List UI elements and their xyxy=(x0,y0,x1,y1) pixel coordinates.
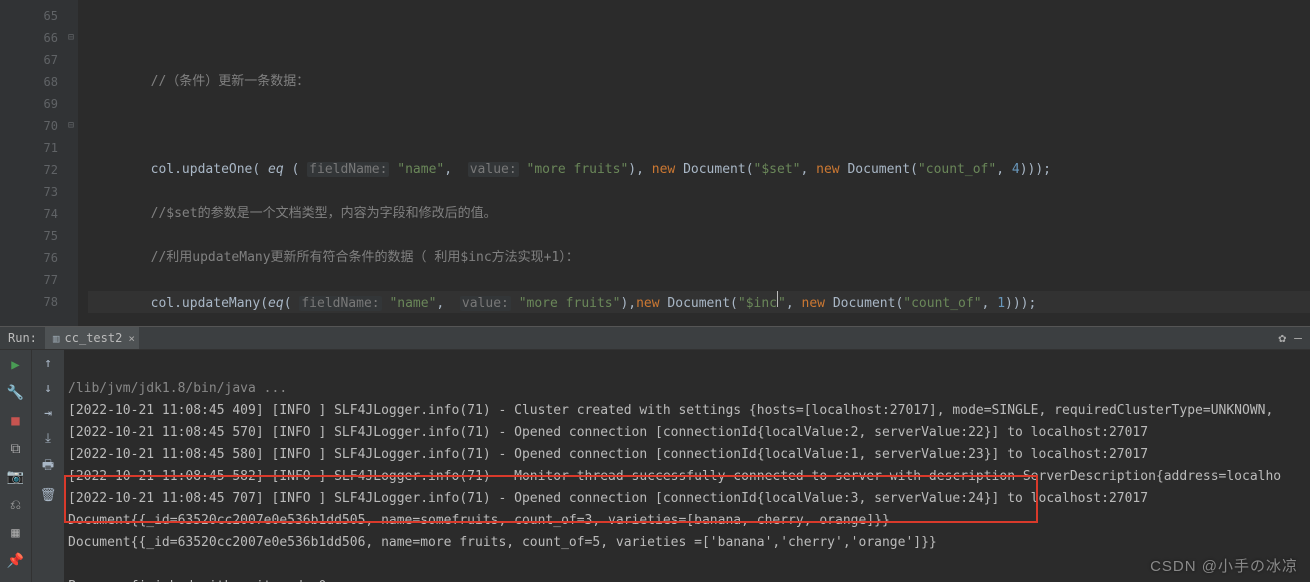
wrench-icon[interactable]: 🔧 xyxy=(7,384,25,402)
scroll-icon[interactable]: ⤓ xyxy=(45,431,51,446)
rerun-icon[interactable]: ▶ xyxy=(7,356,25,374)
line-no: 67 xyxy=(0,49,58,71)
line-no: 69 xyxy=(0,93,58,115)
run-console: ▶ 🔧 ■ ⧉ 📷 ⎌ ▦ 📌 ↑ ↓ ⇥ ⤓ 🖶 🗑 /lib/jvm/jdk… xyxy=(0,350,1310,582)
hide-icon[interactable]: — xyxy=(1294,331,1302,346)
line-no: 77 xyxy=(0,269,58,291)
watermark-text: CSDN @小手の冰凉 xyxy=(1150,555,1298,576)
console-line: Document{{_id=63520cc2007e0e536b1dd505, … xyxy=(68,513,890,528)
fold-minus-icon[interactable]: ⊟ xyxy=(68,115,74,137)
code-comment: //$set的参数是一个文档类型，内容为字段和修改后的值。 xyxy=(151,206,497,221)
up-icon[interactable]: ↑ xyxy=(44,356,52,371)
wrap-icon[interactable]: ⇥ xyxy=(44,406,52,421)
line-no: 65 xyxy=(0,5,58,27)
console-line: [2022-10-21 11:08:45 580] [INFO ] SLF4JL… xyxy=(68,447,1148,462)
run-toolbar-inner: ↑ ↓ ⇥ ⤓ 🖶 🗑 xyxy=(32,350,64,582)
line-no: 71 xyxy=(0,137,58,159)
exit-icon[interactable]: ⎌ xyxy=(7,496,25,514)
line-number-gutter: 65 66 67 68 69 70 71 72 73 74 75 76 77 7… xyxy=(0,0,78,326)
console-output[interactable]: /lib/jvm/jdk1.8/bin/java ... [2022-10-21… xyxy=(64,350,1310,582)
line-no: 70 xyxy=(0,115,58,137)
run-config-name: cc_test2 xyxy=(65,331,123,345)
fold-minus-icon[interactable]: ⊟ xyxy=(68,27,74,49)
line-no: 73 xyxy=(0,181,58,203)
code-content[interactable]: //（条件）更新一条数据： col.updateOne( eq ( fieldN… xyxy=(78,0,1310,326)
stop-icon[interactable]: ■ xyxy=(7,412,25,430)
code-comment: //利用updateMany更新所有符合条件的数据（ 利用$inc方法实现+1）… xyxy=(151,250,579,265)
run-label: Run: xyxy=(0,331,45,345)
down-icon[interactable]: ↓ xyxy=(44,381,52,396)
console-line: Document{{_id=63520cc2007e0e536b1dd506, … xyxy=(68,535,937,550)
run-config-icon: ▥ xyxy=(53,332,60,345)
line-no: 66 xyxy=(0,27,58,49)
close-icon[interactable]: × xyxy=(128,332,135,345)
console-line: [2022-10-21 11:08:45 582] [INFO ] SLF4JL… xyxy=(68,469,1281,484)
line-no: 74 xyxy=(0,203,58,225)
gear-icon[interactable]: ✿ xyxy=(1278,331,1286,346)
code-editor[interactable]: 65 66 67 68 69 70 71 72 73 74 75 76 77 7… xyxy=(0,0,1310,326)
print-icon[interactable]: 🖶 xyxy=(42,456,54,478)
camera-icon[interactable]: 📷 xyxy=(7,468,25,486)
console-line: [2022-10-21 11:08:45 707] [INFO ] SLF4JL… xyxy=(68,491,1148,506)
console-line: [2022-10-21 11:08:45 409] [INFO ] SLF4JL… xyxy=(68,403,1273,418)
layout-icon[interactable]: ⧉ xyxy=(7,440,25,458)
grid-icon[interactable]: ▦ xyxy=(7,524,25,542)
line-no: 76 xyxy=(0,247,58,269)
pin-icon[interactable]: 📌 xyxy=(7,552,25,570)
run-tool-header: Run: ▥ cc_test2 × ✿ — xyxy=(0,326,1310,350)
trash-icon[interactable]: 🗑 xyxy=(40,488,57,503)
line-no: 72 xyxy=(0,159,58,181)
line-no: 68 xyxy=(0,71,58,93)
line-no: 78 xyxy=(0,291,58,313)
run-config-tab[interactable]: ▥ cc_test2 × xyxy=(45,327,139,349)
line-no: 75 xyxy=(0,225,58,247)
console-line: /lib/jvm/jdk1.8/bin/java ... xyxy=(68,381,287,396)
console-line: [2022-10-21 11:08:45 570] [INFO ] SLF4JL… xyxy=(68,425,1148,440)
run-toolbar-left: ▶ 🔧 ■ ⧉ 📷 ⎌ ▦ 📌 xyxy=(0,350,32,582)
code-comment: //（条件）更新一条数据： xyxy=(151,74,310,89)
